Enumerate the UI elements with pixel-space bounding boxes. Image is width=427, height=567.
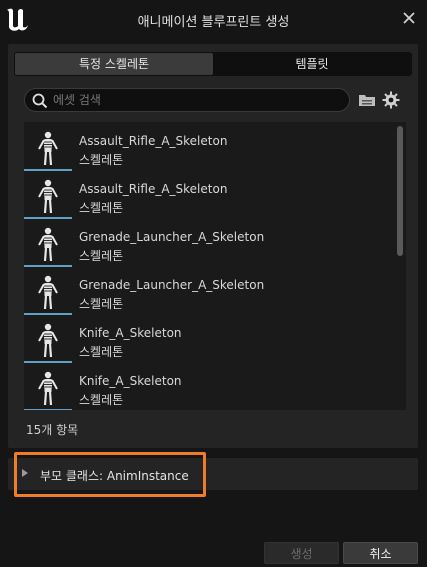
- tab-bar: 특정 스켈레톤 템플릿: [14, 52, 412, 76]
- skeleton-thumbnail: [24, 225, 72, 267]
- asset-name: Assault_Rifle_A_Skeleton: [79, 182, 228, 196]
- asset-type-bar: [24, 265, 72, 267]
- skeleton-icon: [38, 179, 58, 214]
- create-button[interactable]: 생성: [264, 542, 339, 564]
- cancel-button[interactable]: 취소: [343, 542, 418, 564]
- asset-type-bar: [24, 217, 72, 219]
- item-count: 15개 항목: [26, 423, 79, 437]
- asset-type: 스켈레톤: [79, 345, 124, 359]
- close-icon[interactable]: [401, 10, 417, 26]
- asset-name: Grenade_Launcher_A_Skeleton: [79, 278, 265, 292]
- list-item[interactable]: Assault_Rifle_A_Skeleton 스켈레톤: [24, 126, 396, 174]
- skeleton-icon: [38, 131, 58, 166]
- list-item[interactable]: Assault_Rifle_A_Skeleton 스켈레톤: [24, 174, 396, 222]
- asset-type-bar: [24, 361, 72, 363]
- asset-type: 스켈레톤: [79, 249, 124, 263]
- list-item[interactable]: Grenade_Launcher_A_Skeleton 스켈레톤: [24, 222, 396, 270]
- asset-type-bar: [24, 409, 72, 410]
- skeleton-thumbnail: [24, 177, 72, 219]
- list-item[interactable]: Knife_A_Skeleton 스켈레톤: [24, 366, 396, 410]
- search-input[interactable]: [53, 91, 343, 109]
- asset-name: Assault_Rifle_A_Skeleton: [79, 134, 228, 148]
- asset-type: 스켈레톤: [79, 153, 124, 167]
- tab-specific-skeleton[interactable]: 특정 스켈레톤: [15, 53, 213, 75]
- dialog-title: 애니메이션 블루프린트 생성: [137, 15, 290, 30]
- asset-name: Knife_A_Skeleton: [79, 374, 182, 388]
- list-item[interactable]: Knife_A_Skeleton 스켈레톤: [24, 318, 396, 366]
- tab-template[interactable]: 템플릿: [213, 53, 411, 75]
- skeleton-thumbnail: [24, 321, 72, 363]
- search-icon: [32, 93, 48, 109]
- skeleton-icon: [38, 371, 58, 406]
- asset-list[interactable]: Assault_Rifle_A_Skeleton 스켈레톤 Assault_Ri…: [24, 122, 406, 410]
- skeleton-icon: [38, 227, 58, 262]
- highlight-box: [14, 452, 206, 497]
- skeleton-thumbnail: [24, 369, 72, 410]
- search-row: [24, 88, 404, 112]
- title-bar: 애니메이션 블루프린트 생성: [0, 0, 427, 38]
- asset-type: 스켈레톤: [79, 297, 124, 311]
- skeleton-thumbnail: [24, 273, 72, 315]
- list-item[interactable]: Grenade_Launcher_A_Skeleton 스켈레톤: [24, 270, 396, 318]
- asset-type-bar: [24, 313, 72, 315]
- asset-type: 스켈레톤: [79, 393, 124, 407]
- skeleton-icon: [38, 323, 58, 358]
- folder-filter-icon[interactable]: [358, 92, 376, 108]
- skeleton-thumbnail: [24, 129, 72, 171]
- skeleton-icon: [38, 275, 58, 310]
- asset-type-bar: [24, 169, 72, 171]
- search-box[interactable]: [24, 88, 350, 112]
- asset-type: 스켈레톤: [79, 201, 124, 215]
- settings-gear-icon[interactable]: [382, 91, 400, 109]
- asset-name: Knife_A_Skeleton: [79, 326, 182, 340]
- list-scrollbar[interactable]: [397, 126, 403, 256]
- asset-name: Grenade_Launcher_A_Skeleton: [79, 230, 265, 244]
